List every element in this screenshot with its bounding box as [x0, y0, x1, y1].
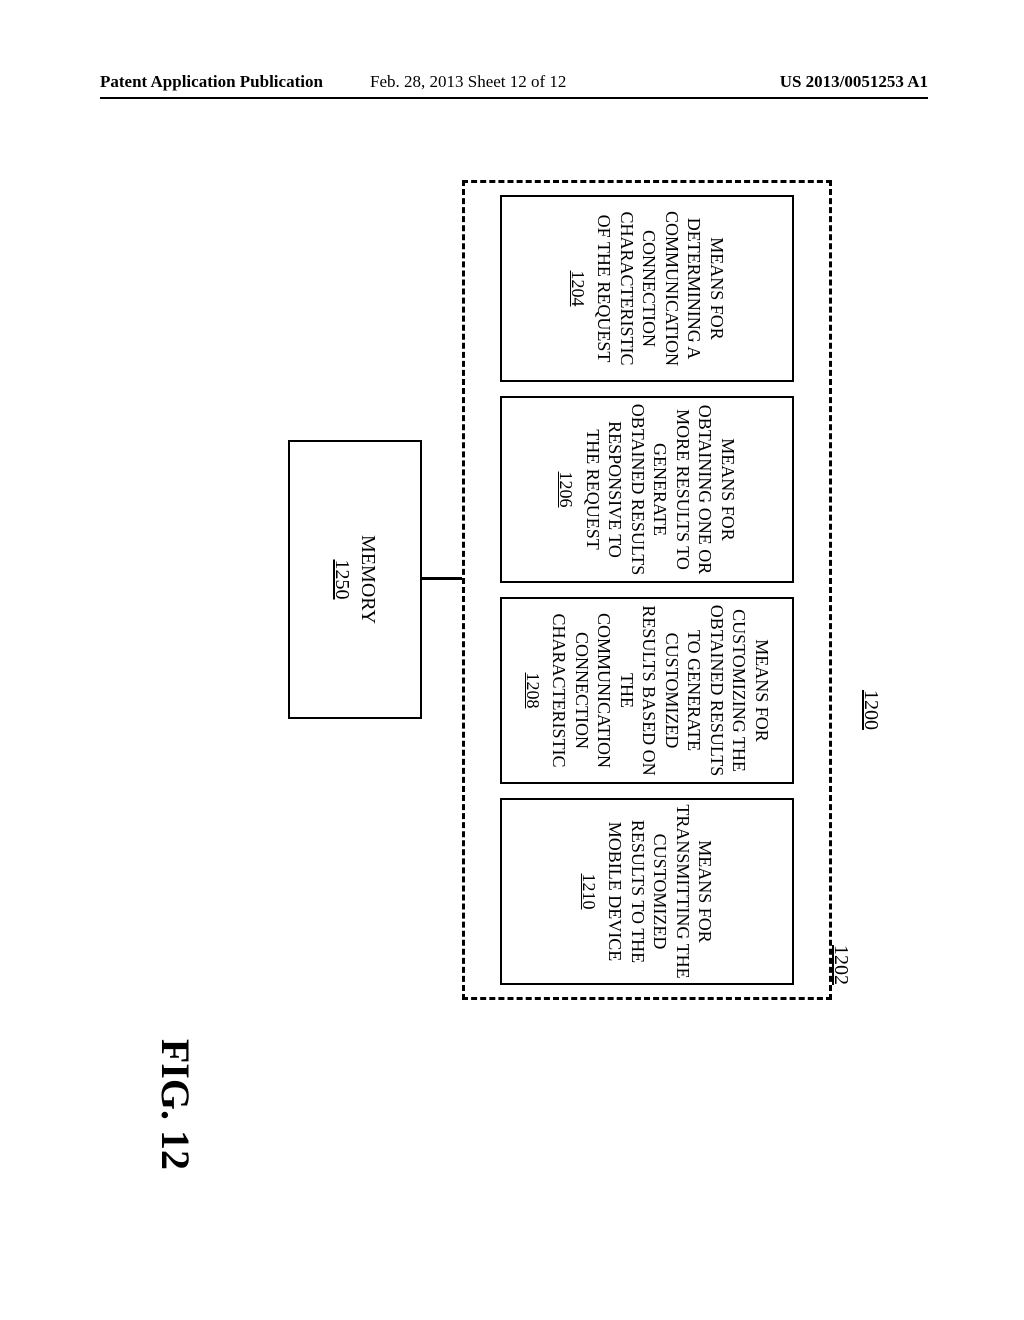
memory-label: MEMORY: [355, 535, 381, 624]
block-1204: MEANS FOR DETERMINING A COMMUNICATION CO…: [500, 195, 794, 382]
container-1202: MEANS FOR DETERMINING A COMMUNICATION CO…: [462, 180, 832, 1000]
block-1206-text: MEANS FOR OBTAINING ONE OR MORE RESULTS …: [582, 402, 740, 577]
block-1208: MEANS FOR CUSTOMIZING THE OBTAINED RESUL…: [500, 597, 794, 784]
memory-ref: 1250: [329, 560, 355, 600]
ref-1202: 1202: [829, 945, 852, 985]
ref-1200: 1200: [859, 690, 882, 730]
block-1206: MEANS FOR OBTAINING ONE OR MORE RESULTS …: [500, 396, 794, 583]
block-1204-ref: 1204: [566, 271, 589, 307]
figure-rotated-wrapper: 1200 1202 MEANS FOR DETERMINING A COMMUN…: [112, 150, 882, 1170]
block-1204-text: MEANS FOR DETERMINING A COMMUNICATION CO…: [593, 201, 728, 376]
block-1208-text: MEANS FOR CUSTOMIZING THE OBTAINED RESUL…: [548, 603, 773, 778]
block-1206-ref: 1206: [555, 472, 578, 508]
block-1210: MEANS FOR TRANSMITTING THE CUSTOMIZED RE…: [500, 798, 794, 985]
connector-line: [422, 577, 462, 580]
figure-canvas: 1200 1202 MEANS FOR DETERMINING A COMMUN…: [112, 150, 882, 1170]
header-center: Feb. 28, 2013 Sheet 12 of 12: [370, 72, 566, 92]
block-memory: MEMORY 1250: [288, 440, 422, 719]
block-1208-ref: 1208: [521, 673, 544, 709]
blocks-row: MEANS FOR DETERMINING A COMMUNICATION CO…: [500, 195, 794, 985]
block-1210-text: MEANS FOR TRANSMITTING THE CUSTOMIZED RE…: [604, 804, 717, 979]
block-1210-ref: 1210: [578, 874, 601, 910]
figure-label: FIG. 12: [152, 1039, 199, 1170]
page: Patent Application Publication Feb. 28, …: [0, 0, 1024, 1320]
header-left: Patent Application Publication: [100, 72, 323, 92]
header-rule: [100, 97, 928, 99]
header-right: US 2013/0051253 A1: [780, 72, 928, 92]
